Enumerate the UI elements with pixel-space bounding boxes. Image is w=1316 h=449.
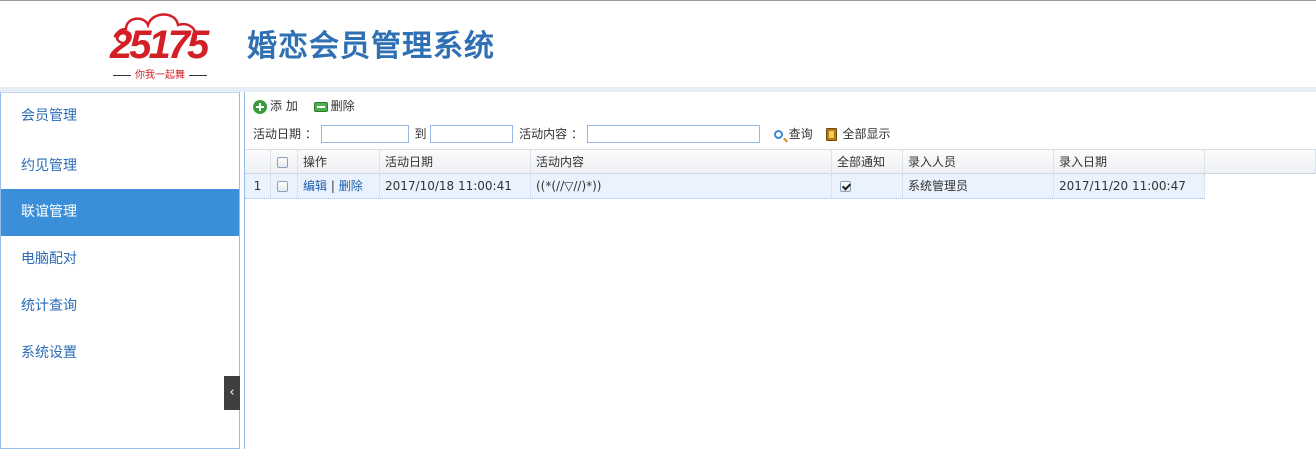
header-filler bbox=[1205, 150, 1316, 174]
remove-icon bbox=[313, 101, 328, 112]
row-number-header bbox=[245, 150, 271, 174]
add-label: 添 加 bbox=[270, 99, 298, 113]
entry-date-cell: 2017/11/20 11:00:47 bbox=[1054, 174, 1205, 198]
sidebar-item-system-settings[interactable]: 系统设置 bbox=[1, 330, 239, 377]
select-all-checkbox[interactable] bbox=[277, 157, 288, 168]
date-from-input[interactable] bbox=[320, 124, 409, 143]
query-button[interactable]: 查询 bbox=[773, 123, 813, 145]
sidebar-item-member-management[interactable]: 会员管理 bbox=[1, 93, 239, 140]
row-number: 1 bbox=[245, 174, 271, 198]
search-icon bbox=[773, 129, 783, 139]
column-header-actions[interactable]: 操作 bbox=[298, 150, 380, 174]
show-all-button[interactable]: 全部显示 bbox=[826, 123, 891, 145]
search-bar: 活动日期 ： 到 活动内容 ： 查询 全部显示 bbox=[253, 122, 891, 144]
entered-by-cell: 系统管理员 bbox=[903, 174, 1054, 198]
logo-slogan: 你我一起舞 bbox=[100, 69, 220, 83]
select-all-checkbox-cell bbox=[271, 150, 298, 174]
delete-link[interactable]: 删除 bbox=[339, 179, 363, 193]
logo-number: 25175 bbox=[110, 23, 209, 67]
row-actions: 编辑 | 删除 bbox=[298, 174, 380, 198]
column-header-notify-all[interactable]: 全部通知 bbox=[832, 150, 903, 174]
column-header-entry-date[interactable]: 录入日期 bbox=[1054, 150, 1205, 174]
page-title: 婚恋会员管理系统 bbox=[247, 29, 495, 64]
sidebar-item-computer-matching[interactable]: 电脑配对 bbox=[1, 236, 239, 283]
edit-link[interactable]: 编辑 bbox=[303, 179, 327, 193]
logo: 25175 你我一起舞 bbox=[100, 9, 220, 85]
content-label: 活动内容 ： bbox=[519, 126, 583, 141]
action-separator: | bbox=[330, 179, 335, 193]
main-panel: 添 加 删除 活动日期 ： 到 活动内容 ： 查询 全部显示 操作 活动日期 活… bbox=[244, 92, 1316, 449]
delete-label: 删除 bbox=[330, 99, 355, 113]
column-header-entered-by[interactable]: 录入人员 bbox=[903, 150, 1054, 174]
add-icon bbox=[253, 99, 267, 114]
add-button[interactable]: 添 加 bbox=[253, 97, 298, 115]
toolbar: 添 加 删除 bbox=[253, 97, 367, 115]
to-label: 到 bbox=[414, 126, 427, 141]
notify-all-checkbox[interactable] bbox=[840, 181, 851, 192]
content-input[interactable] bbox=[586, 124, 760, 143]
column-header-activity-date[interactable]: 活动日期 bbox=[380, 150, 531, 174]
date-label: 活动日期 ： bbox=[253, 126, 317, 141]
date-to-input[interactable] bbox=[430, 124, 514, 143]
row-checkbox[interactable] bbox=[277, 181, 288, 192]
table-row[interactable]: 1 编辑 | 删除 2017/10/18 11:00:41 ((*(//▽//)… bbox=[245, 174, 1205, 199]
sidebar: 会员管理 约见管理 联谊管理 电脑配对 统计查询 系统设置 ‹ bbox=[0, 92, 240, 449]
sidebar-item-appointment-management[interactable]: 约见管理 bbox=[1, 143, 239, 190]
table-header: 操作 活动日期 活动内容 全部通知 录入人员 录入日期 bbox=[245, 149, 1316, 174]
row-checkbox-cell bbox=[271, 174, 298, 198]
activity-content-cell: ((*(//▽//)*)) bbox=[531, 174, 832, 198]
collapse-sidebar-button[interactable]: ‹ bbox=[224, 376, 240, 410]
delete-button[interactable]: 删除 bbox=[313, 97, 355, 115]
sidebar-item-statistics-query[interactable]: 统计查询 bbox=[1, 283, 239, 330]
sidebar-item-social-event-management[interactable]: 联谊管理 bbox=[1, 189, 239, 236]
activity-date-cell: 2017/10/18 11:00:41 bbox=[380, 174, 531, 198]
column-header-activity-content[interactable]: 活动内容 bbox=[531, 150, 832, 174]
book-icon bbox=[826, 127, 838, 141]
notify-all-cell bbox=[832, 174, 903, 198]
app-header: 25175 你我一起舞 婚恋会员管理系统 bbox=[0, 0, 1316, 87]
